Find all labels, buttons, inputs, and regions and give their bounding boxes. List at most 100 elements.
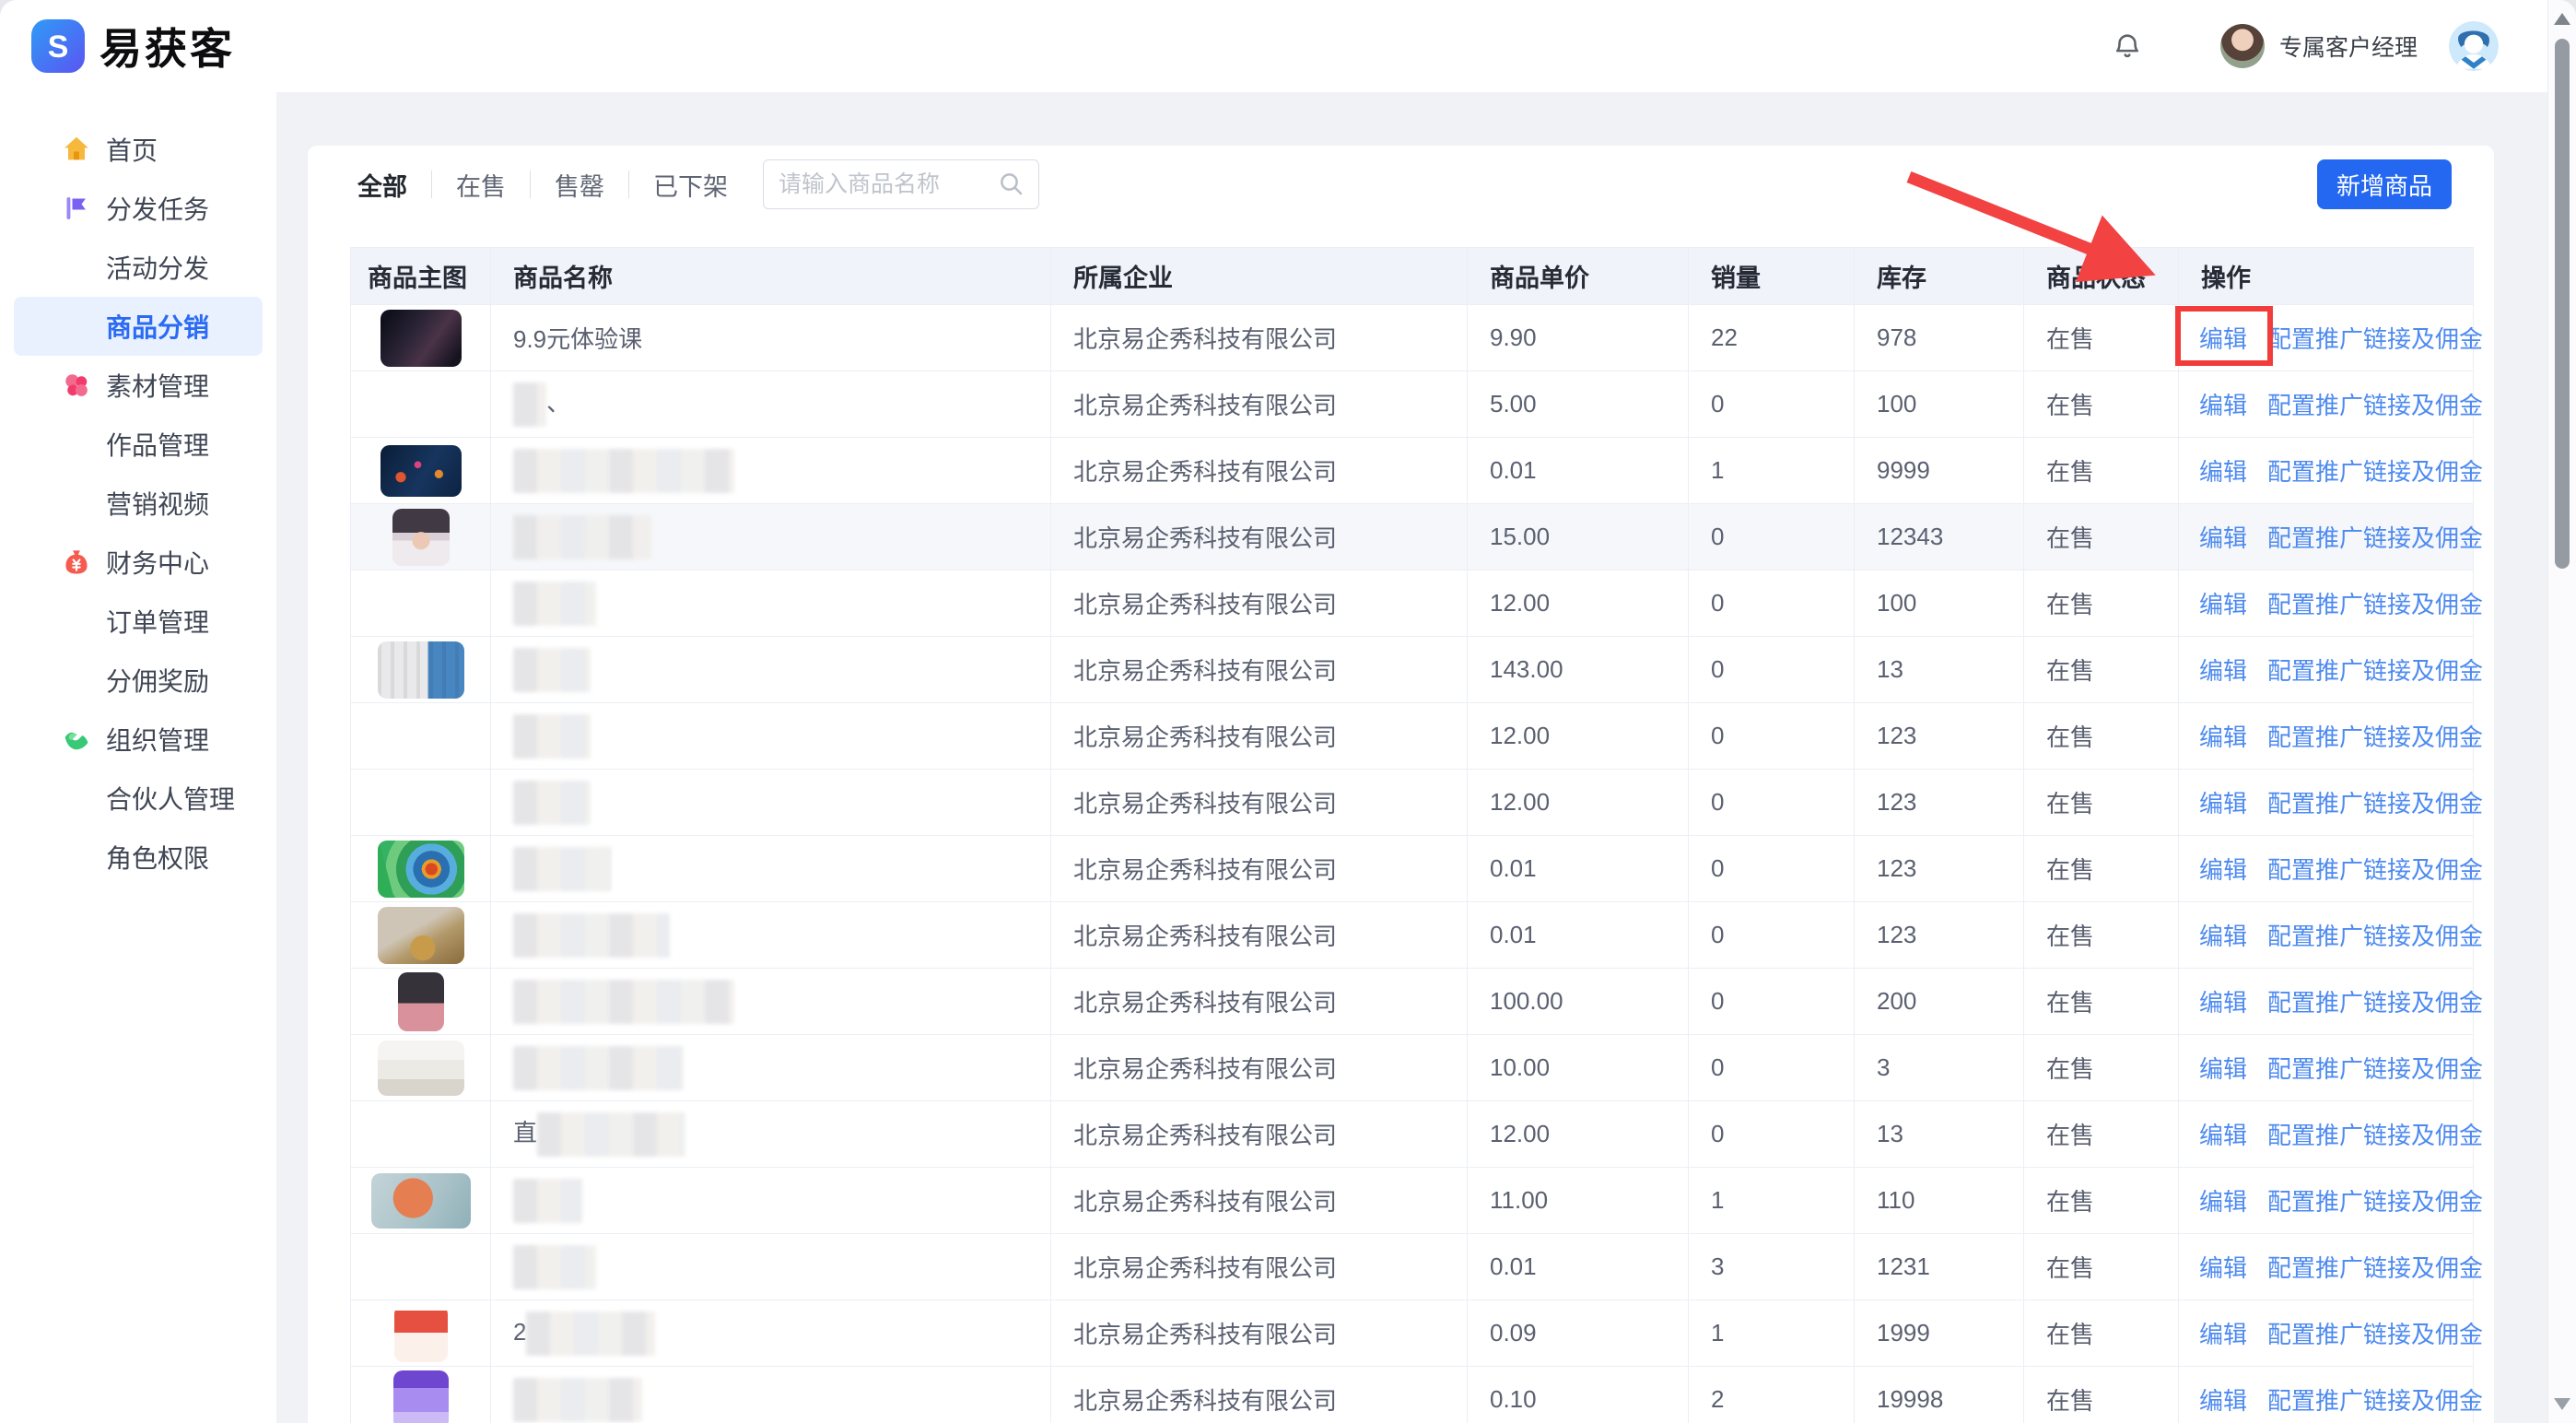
search-icon[interactable] xyxy=(998,171,1025,198)
edit-link[interactable]: 编辑 xyxy=(2199,989,2247,1017)
cell-status: 在售 xyxy=(2024,1300,2179,1367)
configure-promo-link[interactable]: 配置推广链接及佣金 xyxy=(2267,1055,2483,1083)
configure-promo-link[interactable]: 配置推广链接及佣金 xyxy=(2267,923,2483,950)
edit-link[interactable]: 编辑 xyxy=(2199,1387,2247,1415)
cell-product-name: 2 xyxy=(491,1300,1051,1367)
edit-link[interactable]: 编辑 xyxy=(2199,1188,2247,1216)
configure-promo-link[interactable]: 配置推广链接及佣金 xyxy=(2267,989,2483,1017)
scrollbar-up-arrow-icon[interactable] xyxy=(2554,13,2570,25)
cell-operations: 编辑配置推广链接及佣金 xyxy=(2179,504,2474,570)
cell-company: 北京易企秀科技有限公司 xyxy=(1051,1234,1468,1300)
cell-operations: 编辑配置推广链接及佣金 xyxy=(2179,902,2474,969)
sidebar-item-order-management[interactable]: 订单管理 xyxy=(14,592,263,651)
cell-product-image xyxy=(351,1367,491,1423)
edit-link[interactable]: 编辑 xyxy=(2199,657,2247,685)
edit-link[interactable]: 编辑 xyxy=(2199,392,2247,419)
sidebar-item-label: 分发任务 xyxy=(106,190,209,227)
cell-product-image xyxy=(351,371,491,438)
edit-link[interactable]: 编辑 xyxy=(2199,1321,2247,1348)
search-input[interactable] xyxy=(777,171,998,199)
sidebar-item-distribution-tasks[interactable]: 分发任务 xyxy=(14,179,263,238)
sidebar-item-activity-distribution[interactable]: 活动分发 xyxy=(14,238,263,297)
sidebar-item-home[interactable]: 首页 xyxy=(14,120,263,179)
cell-operations: 编辑配置推广链接及佣金 xyxy=(2179,836,2474,902)
cell-stock: 13 xyxy=(1855,637,2024,703)
configure-promo-link[interactable]: 配置推广链接及佣金 xyxy=(2267,723,2483,751)
product-thumbnail xyxy=(393,1370,449,1423)
configure-promo-link[interactable]: 配置推广链接及佣金 xyxy=(2267,591,2483,618)
logo[interactable]: S 易获客 xyxy=(31,0,235,92)
cell-status: 在售 xyxy=(2024,836,2179,902)
sidebar-item-product-distribution[interactable]: 商品分销 xyxy=(14,297,263,356)
column-header-4: 销量 xyxy=(1689,248,1855,305)
notification-bell-icon[interactable] xyxy=(2112,30,2143,62)
manager-avatar[interactable] xyxy=(2220,24,2265,68)
sidebar-item-label: 作品管理 xyxy=(106,426,209,463)
edit-link[interactable]: 编辑 xyxy=(2199,790,2247,817)
sidebar-item-organization-management[interactable]: 组织管理 xyxy=(14,710,263,769)
configure-promo-link[interactable]: 配置推广链接及佣金 xyxy=(2267,524,2483,552)
add-product-button[interactable]: 新增商品 xyxy=(2317,159,2452,209)
product-thumbnail xyxy=(378,907,464,964)
edit-link[interactable]: 编辑 xyxy=(2199,1055,2247,1083)
window-scrollbar[interactable] xyxy=(2547,0,2576,1423)
edit-link[interactable]: 编辑 xyxy=(2199,1122,2247,1149)
sidebar-item-marketing-videos[interactable]: 营销视频 xyxy=(14,474,263,533)
column-header-7: 操作 xyxy=(2179,248,2474,305)
cell-unit-price: 12.00 xyxy=(1468,1101,1689,1168)
sidebar-item-partner-management[interactable]: 合伙人管理 xyxy=(14,769,263,828)
configure-promo-link[interactable]: 配置推广链接及佣金 xyxy=(2267,1321,2483,1348)
configure-promo-link[interactable]: 配置推广链接及佣金 xyxy=(2267,392,2483,419)
sidebar-item-works-management[interactable]: 作品管理 xyxy=(14,415,263,474)
configure-promo-link[interactable]: 配置推广链接及佣金 xyxy=(2267,856,2483,884)
cell-sales: 0 xyxy=(1689,902,1855,969)
product-thumbnail xyxy=(381,445,462,497)
sidebar-menu: 首页分发任务活动分发商品分销素材管理作品管理营销视频财务中心订单管理分佣奖励组织… xyxy=(0,92,276,1423)
product-thumbnail xyxy=(371,1173,471,1229)
configure-promo-link[interactable]: 配置推广链接及佣金 xyxy=(2267,1188,2483,1216)
sidebar-item-material-management[interactable]: 素材管理 xyxy=(14,356,263,415)
table-row: 北京易企秀科技有限公司12.000100在售编辑配置推广链接及佣金 xyxy=(351,570,2474,637)
tab-filter-0[interactable]: 全部 xyxy=(350,167,431,203)
configure-promo-link[interactable]: 配置推广链接及佣金 xyxy=(2267,1254,2483,1282)
configure-promo-link[interactable]: 配置推广链接及佣金 xyxy=(2267,1122,2483,1149)
edit-link[interactable]: 编辑 xyxy=(2199,591,2247,618)
edit-link[interactable]: 编辑 xyxy=(2199,723,2247,751)
configure-promo-link[interactable]: 配置推广链接及佣金 xyxy=(2267,325,2483,353)
cell-sales: 0 xyxy=(1689,1035,1855,1101)
edit-link[interactable]: 编辑 xyxy=(2199,923,2247,950)
scrollbar-down-arrow-icon[interactable] xyxy=(2554,1398,2570,1410)
tab-filter-3[interactable]: 已下架 xyxy=(629,167,752,203)
table-row: 北京易企秀科技有限公司12.000123在售编辑配置推广链接及佣金 xyxy=(351,770,2474,836)
column-header-3: 商品单价 xyxy=(1468,248,1689,305)
configure-promo-link[interactable]: 配置推广链接及佣金 xyxy=(2267,458,2483,486)
sidebar-item-finance-center[interactable]: 财务中心 xyxy=(14,533,263,592)
sidebar-item-label: 活动分发 xyxy=(106,249,209,286)
edit-link[interactable]: 编辑 xyxy=(2199,1254,2247,1282)
product-thumbnail xyxy=(381,310,462,367)
cell-status: 在售 xyxy=(2024,570,2179,637)
edit-link[interactable]: 编辑 xyxy=(2199,856,2247,884)
user-avatar[interactable] xyxy=(2449,21,2499,71)
cell-stock: 12343 xyxy=(1855,504,2024,570)
table-row: 北京易企秀科技有限公司10.0003在售编辑配置推广链接及佣金 xyxy=(351,1035,2474,1101)
configure-promo-link[interactable]: 配置推广链接及佣金 xyxy=(2267,1387,2483,1415)
edit-link[interactable]: 编辑 xyxy=(2199,325,2247,353)
scrollbar-thumb[interactable] xyxy=(2555,39,2570,569)
product-name-text: 2 xyxy=(513,1317,526,1345)
cell-unit-price: 100.00 xyxy=(1468,969,1689,1035)
cell-company: 北京易企秀科技有限公司 xyxy=(1051,371,1468,438)
edit-link[interactable]: 编辑 xyxy=(2199,458,2247,486)
cell-unit-price: 12.00 xyxy=(1468,703,1689,770)
cell-operations: 编辑配置推广链接及佣金 xyxy=(2179,1367,2474,1423)
search-box[interactable] xyxy=(763,159,1039,209)
configure-promo-link[interactable]: 配置推广链接及佣金 xyxy=(2267,657,2483,685)
sidebar-item-label: 订单管理 xyxy=(106,603,209,640)
edit-link[interactable]: 编辑 xyxy=(2199,524,2247,552)
sidebar-item-commission-rewards[interactable]: 分佣奖励 xyxy=(14,651,263,710)
configure-promo-link[interactable]: 配置推广链接及佣金 xyxy=(2267,790,2483,817)
sidebar-item-role-permissions[interactable]: 角色权限 xyxy=(14,828,263,887)
tab-filter-1[interactable]: 在售 xyxy=(432,167,530,203)
tab-filter-2[interactable]: 售罄 xyxy=(531,167,628,203)
table-row: 北京易企秀科技有限公司0.10219998在售编辑配置推广链接及佣金 xyxy=(351,1367,2474,1423)
